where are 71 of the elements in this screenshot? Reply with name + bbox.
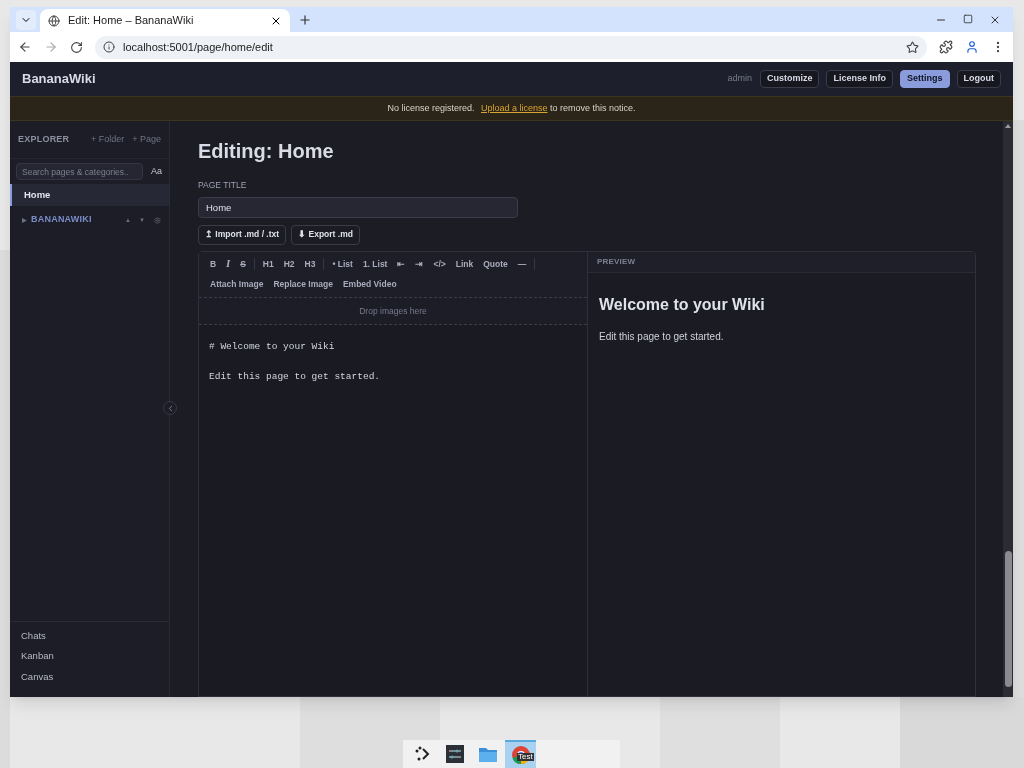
sidebar-link[interactable]: Kanban xyxy=(10,646,169,667)
sidebar-link[interactable]: Canvas xyxy=(10,666,169,687)
media-button[interactable]: Attach Image xyxy=(205,275,269,293)
toolbar-button[interactable]: H1 xyxy=(257,255,279,273)
file-button[interactable]: ↥ Import .md / .txt xyxy=(198,224,287,245)
toolbar-button[interactable]: H2 xyxy=(278,255,300,273)
toolbar-button[interactable]: I xyxy=(221,255,236,273)
back-icon[interactable] xyxy=(18,40,32,54)
page-heading: Editing: Home xyxy=(198,141,335,161)
preview-heading: Welcome to your Wiki xyxy=(599,294,766,315)
nav-button[interactable]: Settings xyxy=(900,70,950,88)
page-title-field[interactable]: Home xyxy=(198,196,518,218)
profile-icon[interactable] xyxy=(965,40,979,54)
toolbar-button[interactable]: B xyxy=(205,255,222,273)
maximize-icon[interactable] xyxy=(963,14,973,24)
media-button[interactable]: Replace Image xyxy=(268,275,338,293)
toolbar-button[interactable]: </> xyxy=(428,255,451,273)
sidebar-action[interactable]: + Page xyxy=(132,132,161,147)
browser-tab[interactable]: Edit: Home – BananaWiki xyxy=(40,9,290,32)
media-button[interactable]: Embed Video xyxy=(337,275,402,293)
file-button[interactable]: ⬇ Export .md xyxy=(291,224,360,245)
star-icon[interactable] xyxy=(906,40,919,54)
sliders-icon xyxy=(445,745,464,763)
explorer-title: EXPLORER xyxy=(18,132,70,146)
scroll-up-icon[interactable] xyxy=(1005,124,1011,128)
sidebar-link[interactable]: Chats xyxy=(10,625,169,646)
scrollbar[interactable] xyxy=(1003,121,1013,697)
puzzle-icon[interactable] xyxy=(939,40,953,54)
nav-button[interactable]: Customize xyxy=(759,70,820,88)
preview-label: PREVIEW xyxy=(597,255,636,268)
code-line: Edit this page to get started. xyxy=(209,370,382,385)
tooltip-label: Test xyxy=(517,753,534,761)
tab-list-button[interactable] xyxy=(16,10,36,30)
sidebar-action[interactable]: + Folder xyxy=(90,132,125,147)
close-icon[interactable] xyxy=(989,14,1001,26)
notice-text: No license registered. Upload a license to remove this notice. xyxy=(387,101,636,115)
username: admin xyxy=(727,72,752,86)
nav-button[interactable]: License Info xyxy=(826,70,893,88)
reload-icon[interactable] xyxy=(70,40,83,54)
scroll-thumb[interactable] xyxy=(1004,551,1012,687)
upload-license-link[interactable]: Upload a license xyxy=(480,102,548,113)
tab-title: Edit: Home – BananaWiki xyxy=(68,13,195,29)
category-label[interactable]: BANANAWIKI xyxy=(31,213,118,227)
toolbar-button[interactable]: ⇥ xyxy=(410,255,429,273)
toolbar-button[interactable]: ⇤ xyxy=(392,255,411,273)
toolbar-button[interactable]: H3 xyxy=(299,255,321,273)
folder-icon xyxy=(477,745,498,763)
toolbar-button[interactable]: — xyxy=(512,255,532,273)
toolbar-button[interactable]: S xyxy=(235,255,251,273)
match-case-toggle[interactable]: Aa xyxy=(151,164,162,179)
globe-icon xyxy=(48,14,60,27)
preview-paragraph: Edit this page to get started. xyxy=(599,329,725,344)
toolbar-button[interactable]: Link xyxy=(450,255,479,273)
taskbar-item[interactable]: Test xyxy=(505,740,536,768)
code-line: # Welcome to your Wiki xyxy=(209,340,336,355)
toolbar-button[interactable]: Quote xyxy=(478,255,513,273)
collapse-sidebar-button[interactable] xyxy=(163,401,177,415)
field-label: PAGE TITLE xyxy=(198,179,248,192)
new-tab-icon[interactable] xyxy=(298,13,312,27)
info-icon xyxy=(103,41,115,53)
markdown-editor[interactable]: # Welcome to your Wiki Edit this page to get started. xyxy=(199,325,587,696)
brand-title: BananaWiki xyxy=(22,70,96,89)
sidebar-item[interactable]: Home xyxy=(10,184,169,206)
nav-button[interactable]: Logout xyxy=(956,70,1001,88)
url-text: localhost:5001/page/home/edit xyxy=(123,39,274,55)
address-bar[interactable]: localhost:5001/page/home/edit xyxy=(95,35,927,59)
drop-zone[interactable]: Drop images here xyxy=(199,297,587,326)
search-field[interactable]: Search pages & categories.. xyxy=(16,163,143,180)
expand-arrow-icon[interactable] xyxy=(22,217,27,223)
toolbar-button[interactable]: 1. List xyxy=(357,255,393,273)
toolbar-button[interactable]: • List xyxy=(327,255,358,273)
